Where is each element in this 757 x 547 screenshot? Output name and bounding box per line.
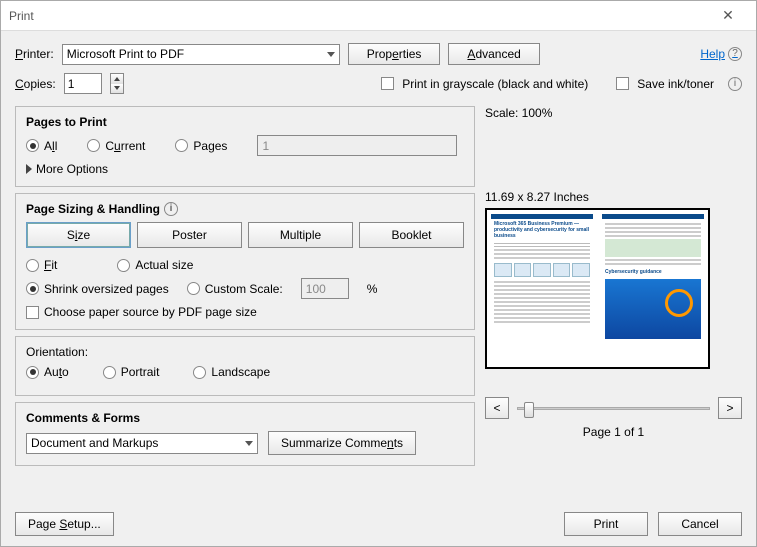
pages-to-print-group: Pages to Print All Current Pages	[15, 106, 475, 187]
custom-radio[interactable]	[187, 282, 200, 295]
portrait-label: Portrait	[121, 365, 160, 379]
spinner-down[interactable]	[111, 84, 123, 94]
summarize-button[interactable]: Summarize Comments	[268, 431, 416, 455]
chevron-down-icon	[327, 52, 335, 57]
pages-title: Pages to Print	[26, 115, 464, 129]
next-page-button[interactable]: >	[718, 397, 742, 419]
actual-label: Actual size	[135, 258, 193, 272]
grayscale-checkbox[interactable]	[381, 77, 394, 90]
shrink-radio[interactable]	[26, 282, 39, 295]
size-tab[interactable]: Size	[26, 222, 131, 248]
orientation-group: Orientation: Auto Portrait Landscape	[15, 336, 475, 396]
current-label: Current	[105, 139, 145, 153]
grayscale-label: Print in grayscale (black and white)	[402, 77, 588, 91]
preview-dims: 11.69 x 8.27 Inches	[485, 190, 742, 204]
slider-thumb[interactable]	[524, 402, 534, 418]
comments-select[interactable]: Document and Markups	[26, 433, 258, 454]
choose-paper-checkbox[interactable]	[26, 306, 39, 319]
copies-spinner[interactable]	[110, 73, 124, 94]
preview-doc-title: Microsoft 365 Business Premium — product…	[491, 219, 593, 241]
print-dialog: Print ✕ Printer: Microsoft Print to PDF …	[0, 0, 757, 547]
print-preview: Microsoft 365 Business Premium — product…	[485, 208, 710, 369]
pct-label: %	[367, 282, 378, 296]
current-radio[interactable]	[87, 139, 100, 152]
titlebar: Print ✕	[1, 1, 756, 31]
sizing-group: Page Sizing & Handling i Size Poster Mul…	[15, 193, 475, 330]
landscape-label: Landscape	[211, 365, 270, 379]
page-setup-button[interactable]: Page Setup...	[15, 512, 114, 536]
window-title: Print	[9, 9, 708, 23]
pages-label: Pages	[193, 139, 227, 153]
properties-button[interactable]: Properties	[348, 43, 441, 65]
preview-sub-title: Cybersecurity guidance	[602, 267, 704, 277]
spinner-up[interactable]	[111, 74, 123, 84]
zoom-slider[interactable]	[517, 407, 710, 410]
printer-value: Microsoft Print to PDF	[67, 47, 184, 61]
custom-label: Custom Scale:	[205, 282, 283, 296]
multiple-tab[interactable]: Multiple	[248, 222, 353, 248]
all-radio[interactable]	[26, 139, 39, 152]
booklet-tab[interactable]: Booklet	[359, 222, 464, 248]
page-indicator: Page 1 of 1	[485, 425, 742, 439]
landscape-radio[interactable]	[193, 366, 206, 379]
copies-label: Copies:	[15, 77, 56, 91]
choose-paper-label: Choose paper source by PDF page size	[44, 305, 257, 319]
auto-label: Auto	[44, 365, 69, 379]
advanced-button[interactable]: Advanced	[448, 43, 539, 65]
actual-radio[interactable]	[117, 259, 130, 272]
all-label: All	[44, 139, 57, 153]
info-icon[interactable]: i	[728, 77, 742, 91]
scale-label: Scale: 100%	[485, 106, 742, 120]
printer-label: Printer:	[15, 47, 54, 61]
help-icon: ?	[728, 47, 742, 61]
printer-select[interactable]: Microsoft Print to PDF	[62, 44, 340, 65]
info-icon[interactable]: i	[164, 202, 178, 216]
close-button[interactable]: ✕	[708, 7, 748, 24]
auto-radio[interactable]	[26, 366, 39, 379]
orientation-title: Orientation:	[26, 345, 464, 359]
more-options-toggle[interactable]: More Options	[26, 162, 464, 176]
cancel-button[interactable]: Cancel	[658, 512, 742, 536]
print-button[interactable]: Print	[564, 512, 648, 536]
pages-radio[interactable]	[175, 139, 188, 152]
comments-group: Comments & Forms Document and Markups Su…	[15, 402, 475, 466]
fit-label: Fit	[44, 258, 57, 272]
prev-page-button[interactable]: <	[485, 397, 509, 419]
sizing-title: Page Sizing & Handling i	[26, 202, 464, 216]
disclosure-icon	[26, 164, 32, 174]
chevron-down-icon	[245, 441, 253, 446]
portrait-radio[interactable]	[103, 366, 116, 379]
saveink-checkbox[interactable]	[616, 77, 629, 90]
comments-title: Comments & Forms	[26, 411, 464, 425]
help-link[interactable]: Help ?	[700, 47, 742, 61]
saveink-label: Save ink/toner	[637, 77, 714, 91]
custom-scale-input[interactable]	[301, 278, 349, 299]
pages-range-input[interactable]	[257, 135, 457, 156]
fit-radio[interactable]	[26, 259, 39, 272]
shrink-label: Shrink oversized pages	[44, 282, 169, 296]
poster-tab[interactable]: Poster	[137, 222, 242, 248]
copies-input[interactable]	[64, 73, 102, 94]
